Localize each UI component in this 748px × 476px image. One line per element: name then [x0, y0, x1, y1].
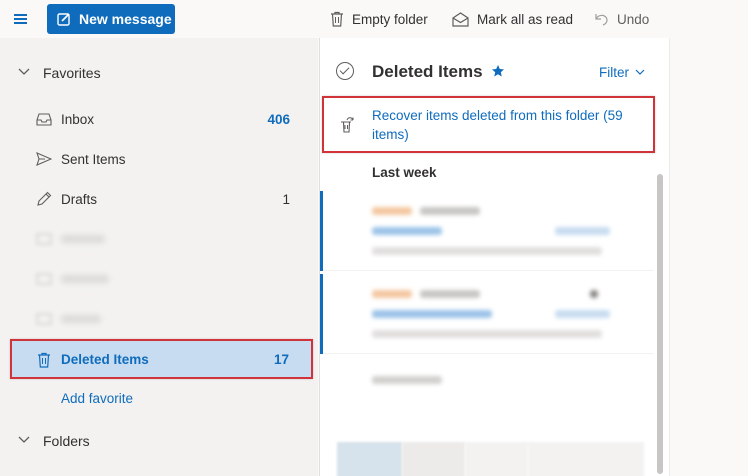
mark-all-read-label: Mark all as read	[477, 11, 574, 27]
blurred-label	[61, 235, 105, 243]
blurred-sender	[420, 207, 480, 215]
send-icon	[36, 152, 52, 166]
unread-indicator	[320, 191, 323, 271]
nav-item-blurred[interactable]	[12, 221, 310, 257]
unread-indicator	[320, 274, 323, 354]
undo-icon	[595, 13, 608, 26]
folders-header[interactable]: Folders	[0, 424, 318, 458]
recover-trash-icon	[341, 117, 354, 133]
reading-pane	[669, 38, 748, 476]
blurred-thumbnail	[465, 442, 528, 476]
blurred-date	[555, 227, 610, 235]
blurred-thumbnail	[528, 442, 644, 476]
undo-label: Undo	[617, 11, 650, 27]
blurred-preview	[372, 247, 602, 255]
new-message-label: New message	[79, 11, 172, 27]
blurred-preview	[372, 330, 602, 338]
new-message-button[interactable]: New message	[47, 4, 175, 34]
star-icon[interactable]	[491, 64, 505, 78]
favorites-label: Favorites	[43, 65, 101, 81]
chevron-down-icon	[18, 436, 30, 443]
folder-icon	[36, 313, 52, 325]
list-header: Deleted Items Filter	[320, 38, 670, 94]
blurred-subject	[372, 310, 492, 318]
folder-icon	[36, 233, 52, 245]
recover-text: Recover items deleted from this folder (…	[372, 108, 623, 142]
top-toolbar: New message Empty folder Mark all as rea…	[0, 0, 748, 38]
blurred-sender	[420, 290, 480, 298]
folder-title: Deleted Items	[372, 62, 483, 81]
message-list: Deleted Items Filter Recover items delet…	[319, 38, 669, 476]
undo-button[interactable]: Undo	[594, 9, 649, 29]
nav-item-label: Deleted Items	[61, 351, 149, 367]
nav-item-drafts[interactable]: Drafts 1	[12, 181, 310, 217]
nav-item-label: Drafts	[61, 191, 98, 207]
blurred-label	[61, 315, 101, 323]
blurred-sender	[372, 207, 412, 215]
blurred-label	[61, 275, 109, 283]
unread-count: 406	[267, 111, 290, 127]
blurred-sender	[372, 290, 412, 298]
compose-icon	[57, 13, 70, 26]
empty-folder-button[interactable]: Empty folder	[330, 9, 428, 29]
chevron-down-icon[interactable]	[635, 69, 645, 76]
hamburger-menu-icon[interactable]	[12, 10, 30, 28]
section-header-last-week: Last week	[372, 165, 437, 180]
recover-deleted-items-link[interactable]: Recover items deleted from this folder (…	[322, 96, 655, 153]
item-count: 17	[273, 351, 289, 367]
blurred-count	[590, 290, 598, 298]
folder-pane: Favorites Inbox 406 Sent Items Drafts 1	[0, 38, 318, 476]
empty-folder-label: Empty folder	[352, 11, 428, 27]
nav-item-label: Sent Items	[61, 151, 126, 167]
trash-icon	[38, 352, 50, 368]
blurred-section-header	[372, 376, 442, 384]
nav-item-sent-items[interactable]: Sent Items	[12, 141, 310, 177]
list-item[interactable]	[320, 274, 654, 354]
trash-icon	[331, 11, 343, 27]
add-favorite-link[interactable]: Add favorite	[61, 391, 133, 406]
nav-item-label: Inbox	[61, 111, 95, 127]
nav-item-blurred[interactable]	[12, 301, 310, 337]
scrollbar[interactable]	[657, 174, 663, 474]
inbox-icon	[36, 113, 52, 126]
chevron-down-icon	[18, 68, 30, 75]
blurred-date	[555, 310, 610, 318]
item-count: 1	[282, 191, 290, 207]
pencil-icon	[37, 191, 52, 206]
select-all-checkbox[interactable]	[336, 62, 354, 80]
nav-item-deleted-items[interactable]: Deleted Items 17	[10, 339, 313, 379]
blurred-subject	[372, 227, 442, 235]
list-item[interactable]	[320, 191, 654, 271]
favorites-header[interactable]: Favorites	[0, 56, 318, 90]
nav-item-inbox[interactable]: Inbox 406	[12, 101, 310, 137]
filter-button[interactable]: Filter	[599, 65, 629, 80]
open-envelope-icon	[452, 11, 469, 27]
nav-item-blurred[interactable]	[12, 261, 310, 297]
blurred-thumbnail	[402, 442, 465, 476]
folder-icon	[36, 273, 52, 285]
folders-label: Folders	[43, 433, 90, 449]
blurred-thumbnail	[337, 442, 402, 476]
mark-all-read-button[interactable]: Mark all as read	[452, 9, 573, 29]
